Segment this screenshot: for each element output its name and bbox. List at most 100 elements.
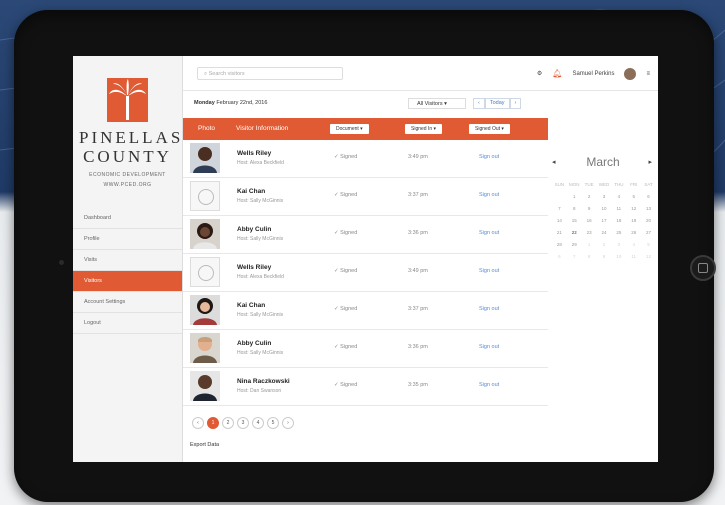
calendar-weekday: SUN <box>554 182 565 187</box>
calendar-day[interactable]: 27 <box>641 230 656 235</box>
visitor-name: Wells Riley <box>237 264 272 271</box>
page-button[interactable]: 1 <box>207 417 219 429</box>
calendar-day[interactable]: 5 <box>641 242 656 247</box>
calendar-day[interactable]: 24 <box>597 230 612 235</box>
gear-icon[interactable]: ⚙ <box>537 70 542 77</box>
calendar-day[interactable]: 6 <box>552 254 567 259</box>
calendar-day[interactable]: 1 <box>567 194 582 199</box>
calendar-day[interactable]: 8 <box>567 206 582 211</box>
calendar-day[interactable]: 17 <box>597 218 612 223</box>
calendar-day[interactable]: 12 <box>626 206 641 211</box>
calendar-day[interactable]: 16 <box>582 218 597 223</box>
visitor-table: Wells Riley Host: Alexa Beckfield ✓ Sign… <box>183 140 548 406</box>
sidebar-item-dashboard[interactable]: Dashboard <box>73 208 182 229</box>
user-name[interactable]: Samuel Perkins <box>572 71 614 77</box>
page-button[interactable]: 4 <box>252 417 264 429</box>
search-input[interactable]: ⌕ Search visitors <box>197 67 343 80</box>
calendar-day[interactable]: 10 <box>611 254 626 259</box>
calendar-next-icon[interactable]: ▸ <box>648 158 652 166</box>
table-row[interactable]: Abby Culin Host: Sally McGinnis ✓ Signed… <box>183 330 548 368</box>
sidebar-item-account-settings[interactable]: Account Settings <box>73 292 182 313</box>
table-row[interactable]: Nina Raczkowski Host: Dan Swanson ✓ Sign… <box>183 368 548 406</box>
calendar-day[interactable]: 22 <box>567 230 582 235</box>
table-row[interactable]: Wells Riley Host: Alexa Beckfield ✓ Sign… <box>183 140 548 178</box>
calendar-day[interactable]: 7 <box>552 206 567 211</box>
sign-out-link[interactable]: Sign out <box>479 268 499 274</box>
next-day-button[interactable]: › <box>509 98 522 109</box>
calendar-day[interactable]: 10 <box>597 206 612 211</box>
calendar-day[interactable]: 9 <box>582 206 597 211</box>
calendar-day[interactable]: 11 <box>611 206 626 211</box>
calendar-weekday: TUE <box>584 182 594 187</box>
sign-out-link[interactable]: Sign out <box>479 154 499 160</box>
table-row[interactable]: Abby Culin Host: Sally McGinnis ✓ Signed… <box>183 216 548 254</box>
page-button[interactable]: 2 <box>222 417 234 429</box>
calendar-day[interactable]: 8 <box>582 254 597 259</box>
calendar-day[interactable]: 2 <box>597 242 612 247</box>
calendar-day[interactable]: 9 <box>597 254 612 259</box>
sign-out-link[interactable]: Sign out <box>479 192 499 198</box>
export-data-link[interactable]: Export Data <box>190 442 219 448</box>
sign-out-link[interactable]: Sign out <box>479 382 499 388</box>
calendar-day[interactable]: 18 <box>611 218 626 223</box>
visitor-name: Abby Culin <box>237 226 272 233</box>
table-row[interactable]: Kai Chan Host: Sally McGinnis ✓ Signed 3… <box>183 178 548 216</box>
calendar-day[interactable]: 13 <box>641 206 656 211</box>
signed-out-dropdown[interactable]: Signed Out ▾ <box>469 124 510 134</box>
calendar-day[interactable]: 21 <box>552 230 567 235</box>
signed-in-time: 3:49 pm <box>408 268 428 274</box>
calendar-day[interactable]: 1 <box>582 242 597 247</box>
prev-day-button[interactable]: ‹ <box>473 98 485 109</box>
signed-in-dropdown[interactable]: Signed In ▾ <box>405 124 443 134</box>
calendar-day[interactable]: 15 <box>567 218 582 223</box>
date-bar: Monday February 22nd, 2016 All Visitors … <box>183 91 658 117</box>
calendar-day[interactable]: 3 <box>611 242 626 247</box>
calendar-day[interactable]: 14 <box>552 218 567 223</box>
calendar-day[interactable]: 4 <box>611 194 626 199</box>
calendar-day[interactable]: 4 <box>626 242 641 247</box>
calendar-day[interactable]: 5 <box>626 194 641 199</box>
menu-icon[interactable]: ≡ <box>646 71 650 77</box>
sidebar-item-visits[interactable]: Visits <box>73 250 182 271</box>
table-row[interactable]: Kai Chan Host: Sally McGinnis ✓ Signed 3… <box>183 292 548 330</box>
calendar-weekday: SAT <box>644 182 653 187</box>
calendar-day[interactable]: 23 <box>582 230 597 235</box>
sidebar-item-visitors[interactable]: Visitors <box>73 271 182 292</box>
prev-page-button[interactable]: ‹ <box>192 417 204 429</box>
bell-icon[interactable]: 🔔︎ <box>552 69 562 78</box>
document-dropdown[interactable]: Document ▾ <box>330 124 369 134</box>
today-button[interactable]: Today <box>484 98 510 109</box>
calendar-day[interactable]: 29 <box>567 242 582 247</box>
sidebar-item-profile[interactable]: Profile <box>73 229 182 250</box>
sign-out-link[interactable]: Sign out <box>479 306 499 312</box>
sign-out-link[interactable]: Sign out <box>479 230 499 236</box>
calendar-day[interactable]: 26 <box>626 230 641 235</box>
visitor-photo <box>190 333 220 363</box>
calendar-weekday: MON <box>569 182 580 187</box>
calendar-day[interactable]: 20 <box>641 218 656 223</box>
calendar-day[interactable]: 12 <box>641 254 656 259</box>
calendar-day[interactable]: 11 <box>626 254 641 259</box>
calendar-day[interactable]: 6 <box>641 194 656 199</box>
app-screen: PINELLAS COUNTY ECONOMIC DEVELOPMENT WWW… <box>73 56 658 462</box>
calendar-day[interactable]: 19 <box>626 218 641 223</box>
sign-out-link[interactable]: Sign out <box>479 344 499 350</box>
calendar-day[interactable]: 28 <box>552 242 567 247</box>
sidebar-item-logout[interactable]: Logout <box>73 313 182 334</box>
page-button[interactable]: 5 <box>267 417 279 429</box>
current-day: Monday <box>194 100 215 106</box>
calendar-day[interactable]: 7 <box>567 254 582 259</box>
visitor-host: Host: Sally McGinnis <box>237 350 284 356</box>
user-placeholder-icon <box>190 181 220 211</box>
visitor-host: Host: Dan Swanson <box>237 388 282 394</box>
calendar-day[interactable]: 25 <box>611 230 626 235</box>
calendar-weekday: WED <box>598 182 610 187</box>
home-button[interactable] <box>690 255 716 281</box>
calendar-day[interactable]: 2 <box>582 194 597 199</box>
avatar[interactable] <box>624 67 637 80</box>
page-button[interactable]: 3 <box>237 417 249 429</box>
calendar-day[interactable]: 3 <box>597 194 612 199</box>
visitor-filter-select[interactable]: All Visitors ▾ <box>408 98 466 109</box>
table-row[interactable]: Wells Riley Host: Alexa Beckfield ✓ Sign… <box>183 254 548 292</box>
next-page-button[interactable]: › <box>282 417 294 429</box>
